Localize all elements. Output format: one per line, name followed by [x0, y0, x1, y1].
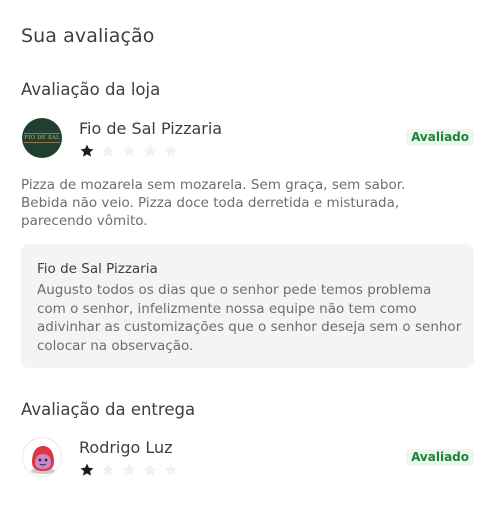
delivery-rating-stars — [79, 462, 179, 478]
delivery-review-section-title: Avaliação da entrega — [21, 400, 196, 419]
courier-name: Rodrigo Luz — [79, 438, 173, 457]
store-review-comment: Pizza de mozarela sem mozarela. Sem graç… — [21, 177, 406, 229]
star-filled-icon — [80, 463, 94, 476]
store-review-section-title: Avaliação da loja — [21, 80, 161, 99]
store-name: Fio de Sal Pizzaria — [79, 119, 223, 138]
star-empty-icon — [101, 144, 115, 157]
star-empty-icon — [122, 463, 136, 476]
store-status-badge: Avaliado — [406, 129, 474, 146]
courier-avatar-icon — [31, 446, 55, 474]
star-empty-icon — [143, 144, 157, 157]
courier-avatar — [22, 437, 62, 477]
store-reply-text: Augusto todos os dias que o senhor pede … — [37, 282, 462, 354]
store-logo-text: FIO DE SAL — [24, 133, 60, 143]
store-logo: FIO DE SAL — [22, 118, 62, 158]
store-reply-author: Fio de Sal Pizzaria — [37, 261, 158, 277]
page-title: Sua avaliação — [21, 25, 155, 47]
store-reply-box: Fio de Sal Pizzaria Augusto todos os dia… — [21, 244, 474, 368]
star-empty-icon — [164, 144, 178, 157]
star-empty-icon — [164, 463, 178, 476]
star-empty-icon — [143, 463, 157, 476]
delivery-status-badge: Avaliado — [406, 449, 474, 466]
store-rating-stars — [79, 143, 179, 159]
star-empty-icon — [122, 144, 136, 157]
star-filled-icon — [80, 144, 94, 157]
star-empty-icon — [101, 463, 115, 476]
